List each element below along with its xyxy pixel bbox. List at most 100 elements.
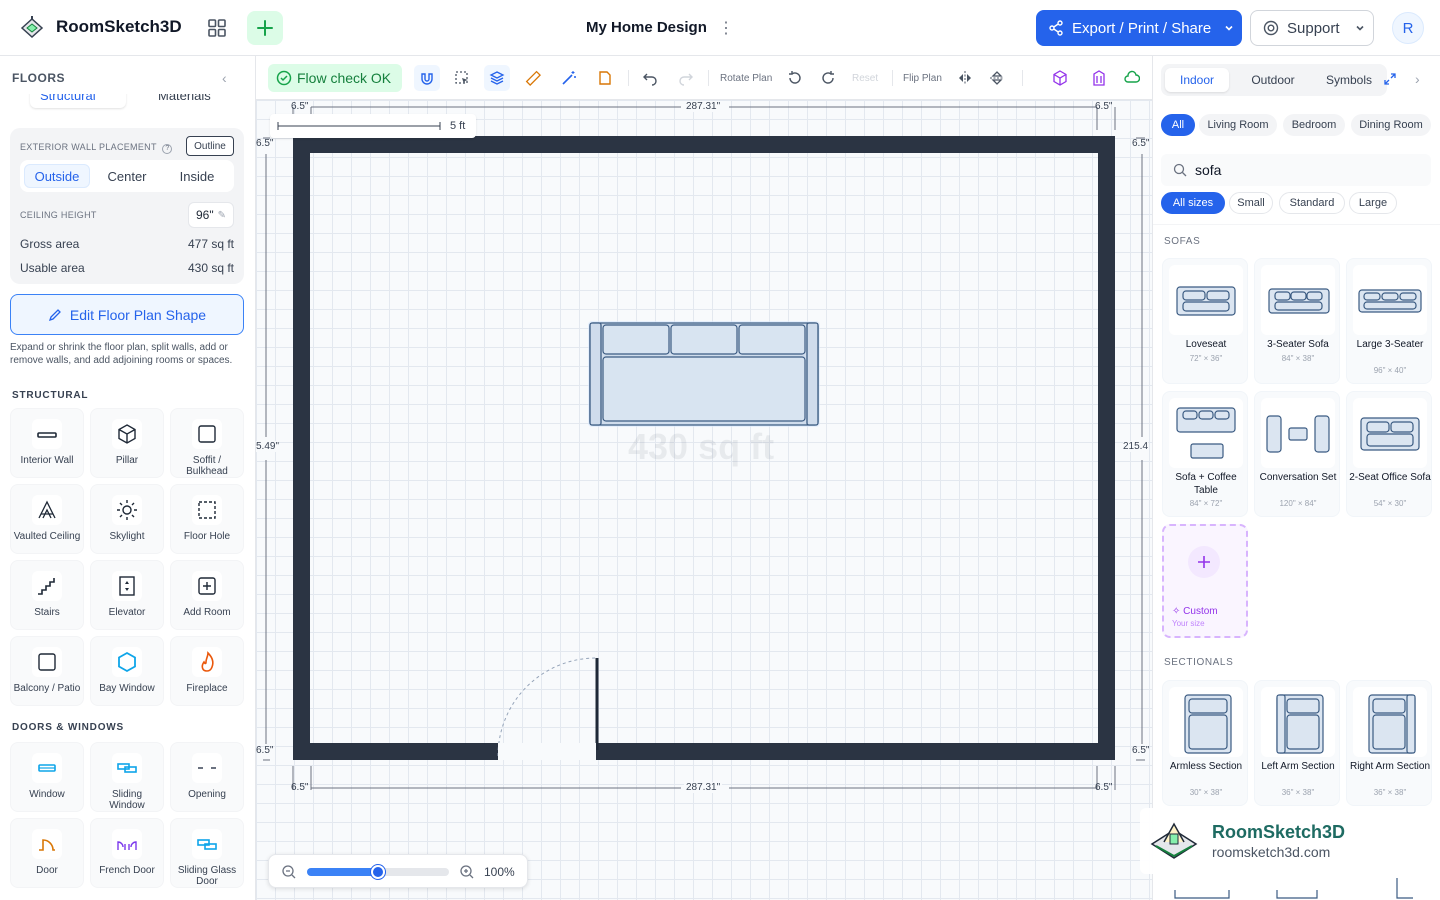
check-circle-icon — [276, 70, 292, 86]
edit-description: Expand or shrink the floor plan, split w… — [10, 342, 233, 366]
tool-sliding-glass-door[interactable]: Sliding Glass Door — [170, 818, 244, 888]
export-button[interactable]: Export / Print / Share — [1036, 10, 1242, 46]
expand-icon[interactable] — [1383, 72, 1397, 86]
select-area-icon[interactable] — [451, 67, 473, 89]
tool-interior-wall[interactable]: Interior Wall — [10, 408, 84, 478]
floors-panel: FLOORS ‹ Structural Materials EXTERIOR W… — [0, 56, 256, 900]
building-icon[interactable] — [1088, 67, 1110, 89]
placement-outside[interactable]: Outside — [24, 164, 90, 188]
size-standard[interactable]: Standard — [1279, 192, 1345, 214]
3d-view-icon[interactable] — [1049, 67, 1071, 89]
size-small[interactable]: Small — [1229, 192, 1273, 214]
sectionals-category-label: SECTIONALS — [1164, 657, 1234, 668]
dimension-bottom[interactable]: 287.31" — [684, 782, 723, 793]
flip-horizontal-icon[interactable] — [954, 67, 976, 89]
tab-structural[interactable]: Structural — [40, 94, 96, 103]
plus-icon — [1188, 546, 1220, 578]
new-design-button[interactable] — [247, 11, 283, 45]
placement-inside[interactable]: Inside — [164, 164, 230, 188]
tool-floor-hole[interactable]: Floor Hole — [170, 484, 244, 554]
furniture-conversation-set[interactable]: Conversation Set 120" × 84" — [1254, 391, 1340, 517]
furniture-armless-section[interactable]: Armless Section 30" × 38" — [1162, 680, 1248, 806]
floor-plan-canvas[interactable]: 6.5" 287.31" 6.5" 6.5" 6.5" 5.49" 215.4 … — [256, 100, 1152, 900]
tool-vaulted-ceiling[interactable]: Vaulted Ceiling — [10, 484, 84, 554]
zoom-in-icon[interactable] — [459, 864, 475, 880]
custom-size-tile[interactable]: ✧ Custom Your size — [1162, 524, 1248, 638]
dimension-right[interactable]: 215.4 — [1123, 441, 1149, 452]
wall-icon — [32, 419, 62, 449]
dimension-left[interactable]: 5.49" — [256, 441, 280, 452]
furniture-loveseat[interactable]: Loveseat 72" × 36" — [1162, 258, 1248, 384]
furniture-3-seater-sofa[interactable]: 3-Seater Sofa 84" × 38" — [1254, 258, 1340, 384]
collapse-panel-icon[interactable]: ‹ — [222, 70, 227, 86]
document-title[interactable]: My Home Design — [586, 19, 707, 36]
chip-dining-room[interactable]: Dining Room — [1351, 114, 1431, 136]
furniture-name: Right Arm Section — [1349, 761, 1431, 772]
tool-door[interactable]: Door — [10, 818, 84, 888]
size-all[interactable]: All sizes — [1161, 192, 1225, 214]
redo-icon[interactable] — [675, 67, 697, 89]
document-menu-icon[interactable]: ⋮ — [716, 18, 736, 38]
flip-vertical-icon[interactable] — [986, 67, 1008, 89]
chevron-right-icon[interactable]: › — [1415, 71, 1420, 87]
magic-wand-icon[interactable] — [558, 67, 580, 89]
tool-stairs[interactable]: Stairs — [10, 560, 84, 630]
support-button[interactable]: Support — [1250, 10, 1374, 46]
tool-fireplace[interactable]: Fireplace — [170, 636, 244, 706]
chip-living-room[interactable]: Living Room — [1199, 114, 1277, 136]
note-icon[interactable] — [594, 67, 616, 89]
tool-label: French Door — [99, 865, 155, 876]
outline-toggle[interactable]: Outline — [186, 136, 234, 156]
tool-french-door[interactable]: French Door — [90, 818, 164, 888]
placement-center[interactable]: Center — [94, 164, 160, 188]
tool-pillar[interactable]: Pillar — [90, 408, 164, 478]
ceiling-height-input[interactable]: 96" ✎ — [188, 202, 234, 228]
chip-bedroom[interactable]: Bedroom — [1283, 114, 1345, 136]
furniture-2-seat-office-sofa[interactable]: 2-Seat Office Sofa 54" × 30" — [1346, 391, 1432, 517]
dashboard-button[interactable] — [199, 11, 235, 45]
sofa-on-plan[interactable] — [588, 321, 820, 427]
edit-floor-plan-button[interactable]: Edit Floor Plan Shape — [10, 294, 244, 335]
layers-icon[interactable] — [484, 65, 510, 91]
user-avatar[interactable]: R — [1392, 12, 1424, 44]
tab-indoor[interactable]: Indoor — [1165, 68, 1229, 92]
tool-soffit-bulkhead[interactable]: Soffit / Bulkhead — [170, 408, 244, 478]
app-logo[interactable] — [18, 14, 46, 42]
tool-opening[interactable]: Opening — [170, 742, 244, 812]
size-large[interactable]: Large — [1349, 192, 1397, 214]
brand-url[interactable]: roomsketch3d.com — [1212, 844, 1330, 860]
usable-area-label: Usable area — [20, 261, 85, 275]
furniture-large-3-seater[interactable]: Large 3-Seater 96" × 40" — [1346, 258, 1432, 384]
dimension-top[interactable]: 287.31" — [684, 101, 723, 112]
zoom-slider[interactable] — [307, 865, 449, 879]
magnet-snap-icon[interactable] — [414, 65, 440, 91]
tool-bay-window[interactable]: Bay Window — [90, 636, 164, 706]
rotate-right-icon[interactable] — [817, 67, 839, 89]
cloud-save-icon[interactable] — [1121, 67, 1143, 89]
tool-elevator[interactable]: Elevator — [90, 560, 164, 630]
tool-add-room[interactable]: Add Room — [170, 560, 244, 630]
ruler-icon[interactable] — [522, 67, 544, 89]
tool-label: Vaulted Ceiling — [13, 531, 81, 542]
tab-outdoor[interactable]: Outdoor — [1237, 68, 1309, 92]
tool-window[interactable]: Window — [10, 742, 84, 812]
undo-icon[interactable] — [639, 67, 661, 89]
tool-sliding-window[interactable]: Sliding Window — [90, 742, 164, 812]
rotate-left-icon[interactable] — [784, 67, 806, 89]
tool-balcony-patio[interactable]: Balcony / Patio — [10, 636, 84, 706]
tab-symbols[interactable]: Symbols — [1313, 68, 1385, 92]
search-input[interactable] — [1195, 162, 1395, 178]
chip-all[interactable]: All — [1161, 114, 1195, 136]
stairs-icon — [32, 571, 62, 601]
tool-skylight[interactable]: Skylight — [90, 484, 164, 554]
zoom-out-icon[interactable] — [281, 864, 297, 880]
zoom-slider-thumb[interactable] — [371, 865, 385, 879]
tab-materials[interactable]: Materials — [158, 94, 211, 103]
flow-check-badge[interactable]: Flow check OK — [268, 64, 402, 92]
furniture-search — [1161, 154, 1431, 186]
reset-button[interactable]: Reset — [852, 73, 878, 84]
furniture-left-arm-section[interactable]: Left Arm Section 36" × 38" — [1254, 680, 1340, 806]
furniture-sofa-coffee-table[interactable]: Sofa + Coffee Table 84" × 72" — [1162, 391, 1248, 517]
furniture-right-arm-section[interactable]: Right Arm Section 36" × 38" — [1346, 680, 1432, 806]
furniture-size: 96" × 40" — [1373, 366, 1407, 375]
